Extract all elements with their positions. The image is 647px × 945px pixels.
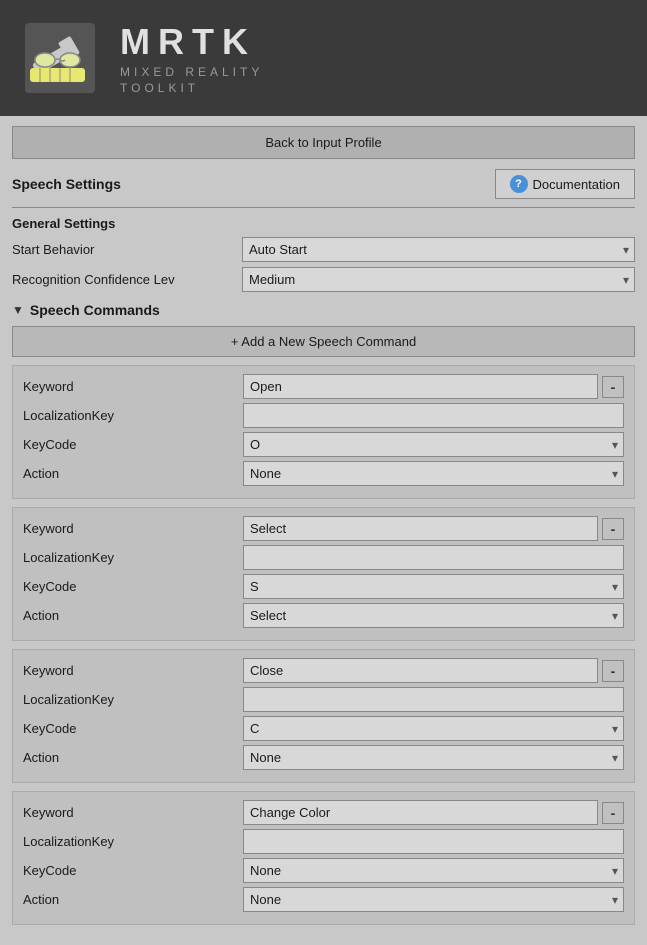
keyword-label-2: Keyword bbox=[23, 663, 243, 678]
add-speech-command-button[interactable]: + Add a New Speech Command bbox=[12, 326, 635, 357]
speech-commands-title: Speech Commands bbox=[30, 302, 160, 318]
keycode-label-0: KeyCode bbox=[23, 437, 243, 452]
command-card-0: Keyword - LocalizationKey KeyCode O None bbox=[12, 365, 635, 499]
action-select-wrapper-3: None Select bbox=[243, 887, 624, 912]
speech-settings-header: Speech Settings ? Documentation bbox=[12, 169, 635, 199]
keyword-input-1[interactable] bbox=[243, 516, 598, 541]
keyword-row-3: Keyword - bbox=[23, 800, 624, 825]
keyword-row-2: Keyword - bbox=[23, 658, 624, 683]
action-row-2: Action None Select bbox=[23, 745, 624, 770]
keyword-input-3[interactable] bbox=[243, 800, 598, 825]
keyword-input-wrapper-2: - bbox=[243, 658, 624, 683]
keyword-row-1: Keyword - bbox=[23, 516, 624, 541]
keycode-select-2[interactable]: C None bbox=[243, 716, 624, 741]
documentation-button[interactable]: ? Documentation bbox=[495, 169, 635, 199]
speech-settings-title: Speech Settings bbox=[12, 176, 121, 192]
divider-1 bbox=[12, 207, 635, 208]
keycode-select-1[interactable]: S None bbox=[243, 574, 624, 599]
mrtk-logo bbox=[20, 18, 100, 98]
action-row-0: Action None Select bbox=[23, 461, 624, 486]
keyword-input-wrapper-3: - bbox=[243, 800, 624, 825]
keyword-label-1: Keyword bbox=[23, 521, 243, 536]
documentation-label: Documentation bbox=[533, 177, 620, 192]
keycode-row-2: KeyCode C None bbox=[23, 716, 624, 741]
keyword-label-3: Keyword bbox=[23, 805, 243, 820]
action-select-2[interactable]: None Select bbox=[243, 745, 624, 770]
main-content: Back to Input Profile Speech Settings ? … bbox=[0, 116, 647, 943]
action-select-wrapper-0: None Select bbox=[243, 461, 624, 486]
keycode-select-wrapper-2: C None bbox=[243, 716, 624, 741]
header-text: MRTK MIXED REALITY TOOLKIT bbox=[120, 21, 263, 95]
localization-row-1: LocalizationKey bbox=[23, 545, 624, 570]
action-select-0[interactable]: None Select bbox=[243, 461, 624, 486]
localization-input-2[interactable] bbox=[243, 687, 624, 712]
action-row-1: Action Select None bbox=[23, 603, 624, 628]
command-card-3: Keyword - LocalizationKey KeyCode None C bbox=[12, 791, 635, 925]
keycode-select-wrapper-1: S None bbox=[243, 574, 624, 599]
action-label-0: Action bbox=[23, 466, 243, 481]
keycode-row-3: KeyCode None C bbox=[23, 858, 624, 883]
action-select-1[interactable]: Select None bbox=[243, 603, 624, 628]
keyword-input-wrapper-0: - bbox=[243, 374, 624, 399]
keycode-select-wrapper-3: None C bbox=[243, 858, 624, 883]
documentation-icon: ? bbox=[510, 175, 528, 193]
action-label-2: Action bbox=[23, 750, 243, 765]
localization-label-2: LocalizationKey bbox=[23, 692, 243, 707]
recognition-confidence-select-wrapper: Medium Low High bbox=[242, 267, 635, 292]
header: MRTK MIXED REALITY TOOLKIT bbox=[0, 0, 647, 116]
keycode-label-2: KeyCode bbox=[23, 721, 243, 736]
start-behavior-select[interactable]: Auto Start Manual Start bbox=[242, 237, 635, 262]
remove-button-2[interactable]: - bbox=[602, 660, 624, 682]
keyword-input-2[interactable] bbox=[243, 658, 598, 683]
app-title: MRTK bbox=[120, 21, 263, 63]
keycode-row-1: KeyCode S None bbox=[23, 574, 624, 599]
start-behavior-select-wrapper: Auto Start Manual Start bbox=[242, 237, 635, 262]
keyword-input-wrapper-1: - bbox=[243, 516, 624, 541]
back-to-input-profile-button[interactable]: Back to Input Profile bbox=[12, 126, 635, 159]
general-settings-title: General Settings bbox=[12, 216, 635, 231]
keycode-select-3[interactable]: None C bbox=[243, 858, 624, 883]
general-settings-section: General Settings Start Behavior Auto Sta… bbox=[12, 216, 635, 292]
localization-input-3[interactable] bbox=[243, 829, 624, 854]
start-behavior-label: Start Behavior bbox=[12, 242, 242, 257]
keyword-row-0: Keyword - bbox=[23, 374, 624, 399]
action-label-1: Action bbox=[23, 608, 243, 623]
speech-commands-section: ▼ Speech Commands + Add a New Speech Com… bbox=[12, 302, 635, 925]
keycode-select-0[interactable]: O None bbox=[243, 432, 624, 457]
start-behavior-row: Start Behavior Auto Start Manual Start bbox=[12, 237, 635, 262]
recognition-confidence-row: Recognition Confidence Lev Medium Low Hi… bbox=[12, 267, 635, 292]
localization-label-0: LocalizationKey bbox=[23, 408, 243, 423]
recognition-confidence-label: Recognition Confidence Lev bbox=[12, 272, 242, 287]
keyword-input-0[interactable] bbox=[243, 374, 598, 399]
action-label-3: Action bbox=[23, 892, 243, 907]
localization-label-3: LocalizationKey bbox=[23, 834, 243, 849]
command-card-1: Keyword - LocalizationKey KeyCode S None bbox=[12, 507, 635, 641]
recognition-confidence-select[interactable]: Medium Low High bbox=[242, 267, 635, 292]
keycode-label-3: KeyCode bbox=[23, 863, 243, 878]
action-select-3[interactable]: None Select bbox=[243, 887, 624, 912]
collapse-arrow-icon: ▼ bbox=[12, 303, 24, 317]
app-subtitle-line2: TOOLKIT bbox=[120, 81, 263, 95]
localization-row-3: LocalizationKey bbox=[23, 829, 624, 854]
keycode-row-0: KeyCode O None bbox=[23, 432, 624, 457]
action-select-wrapper-2: None Select bbox=[243, 745, 624, 770]
remove-button-1[interactable]: - bbox=[602, 518, 624, 540]
app-subtitle-line1: MIXED REALITY bbox=[120, 65, 263, 79]
remove-button-3[interactable]: - bbox=[602, 802, 624, 824]
localization-row-0: LocalizationKey bbox=[23, 403, 624, 428]
localization-label-1: LocalizationKey bbox=[23, 550, 243, 565]
keycode-label-1: KeyCode bbox=[23, 579, 243, 594]
command-card-2: Keyword - LocalizationKey KeyCode C None bbox=[12, 649, 635, 783]
localization-input-0[interactable] bbox=[243, 403, 624, 428]
remove-button-0[interactable]: - bbox=[602, 376, 624, 398]
speech-commands-title-row: ▼ Speech Commands bbox=[12, 302, 635, 318]
keycode-select-wrapper-0: O None bbox=[243, 432, 624, 457]
action-select-wrapper-1: Select None bbox=[243, 603, 624, 628]
localization-input-1[interactable] bbox=[243, 545, 624, 570]
localization-row-2: LocalizationKey bbox=[23, 687, 624, 712]
action-row-3: Action None Select bbox=[23, 887, 624, 912]
keyword-label-0: Keyword bbox=[23, 379, 243, 394]
